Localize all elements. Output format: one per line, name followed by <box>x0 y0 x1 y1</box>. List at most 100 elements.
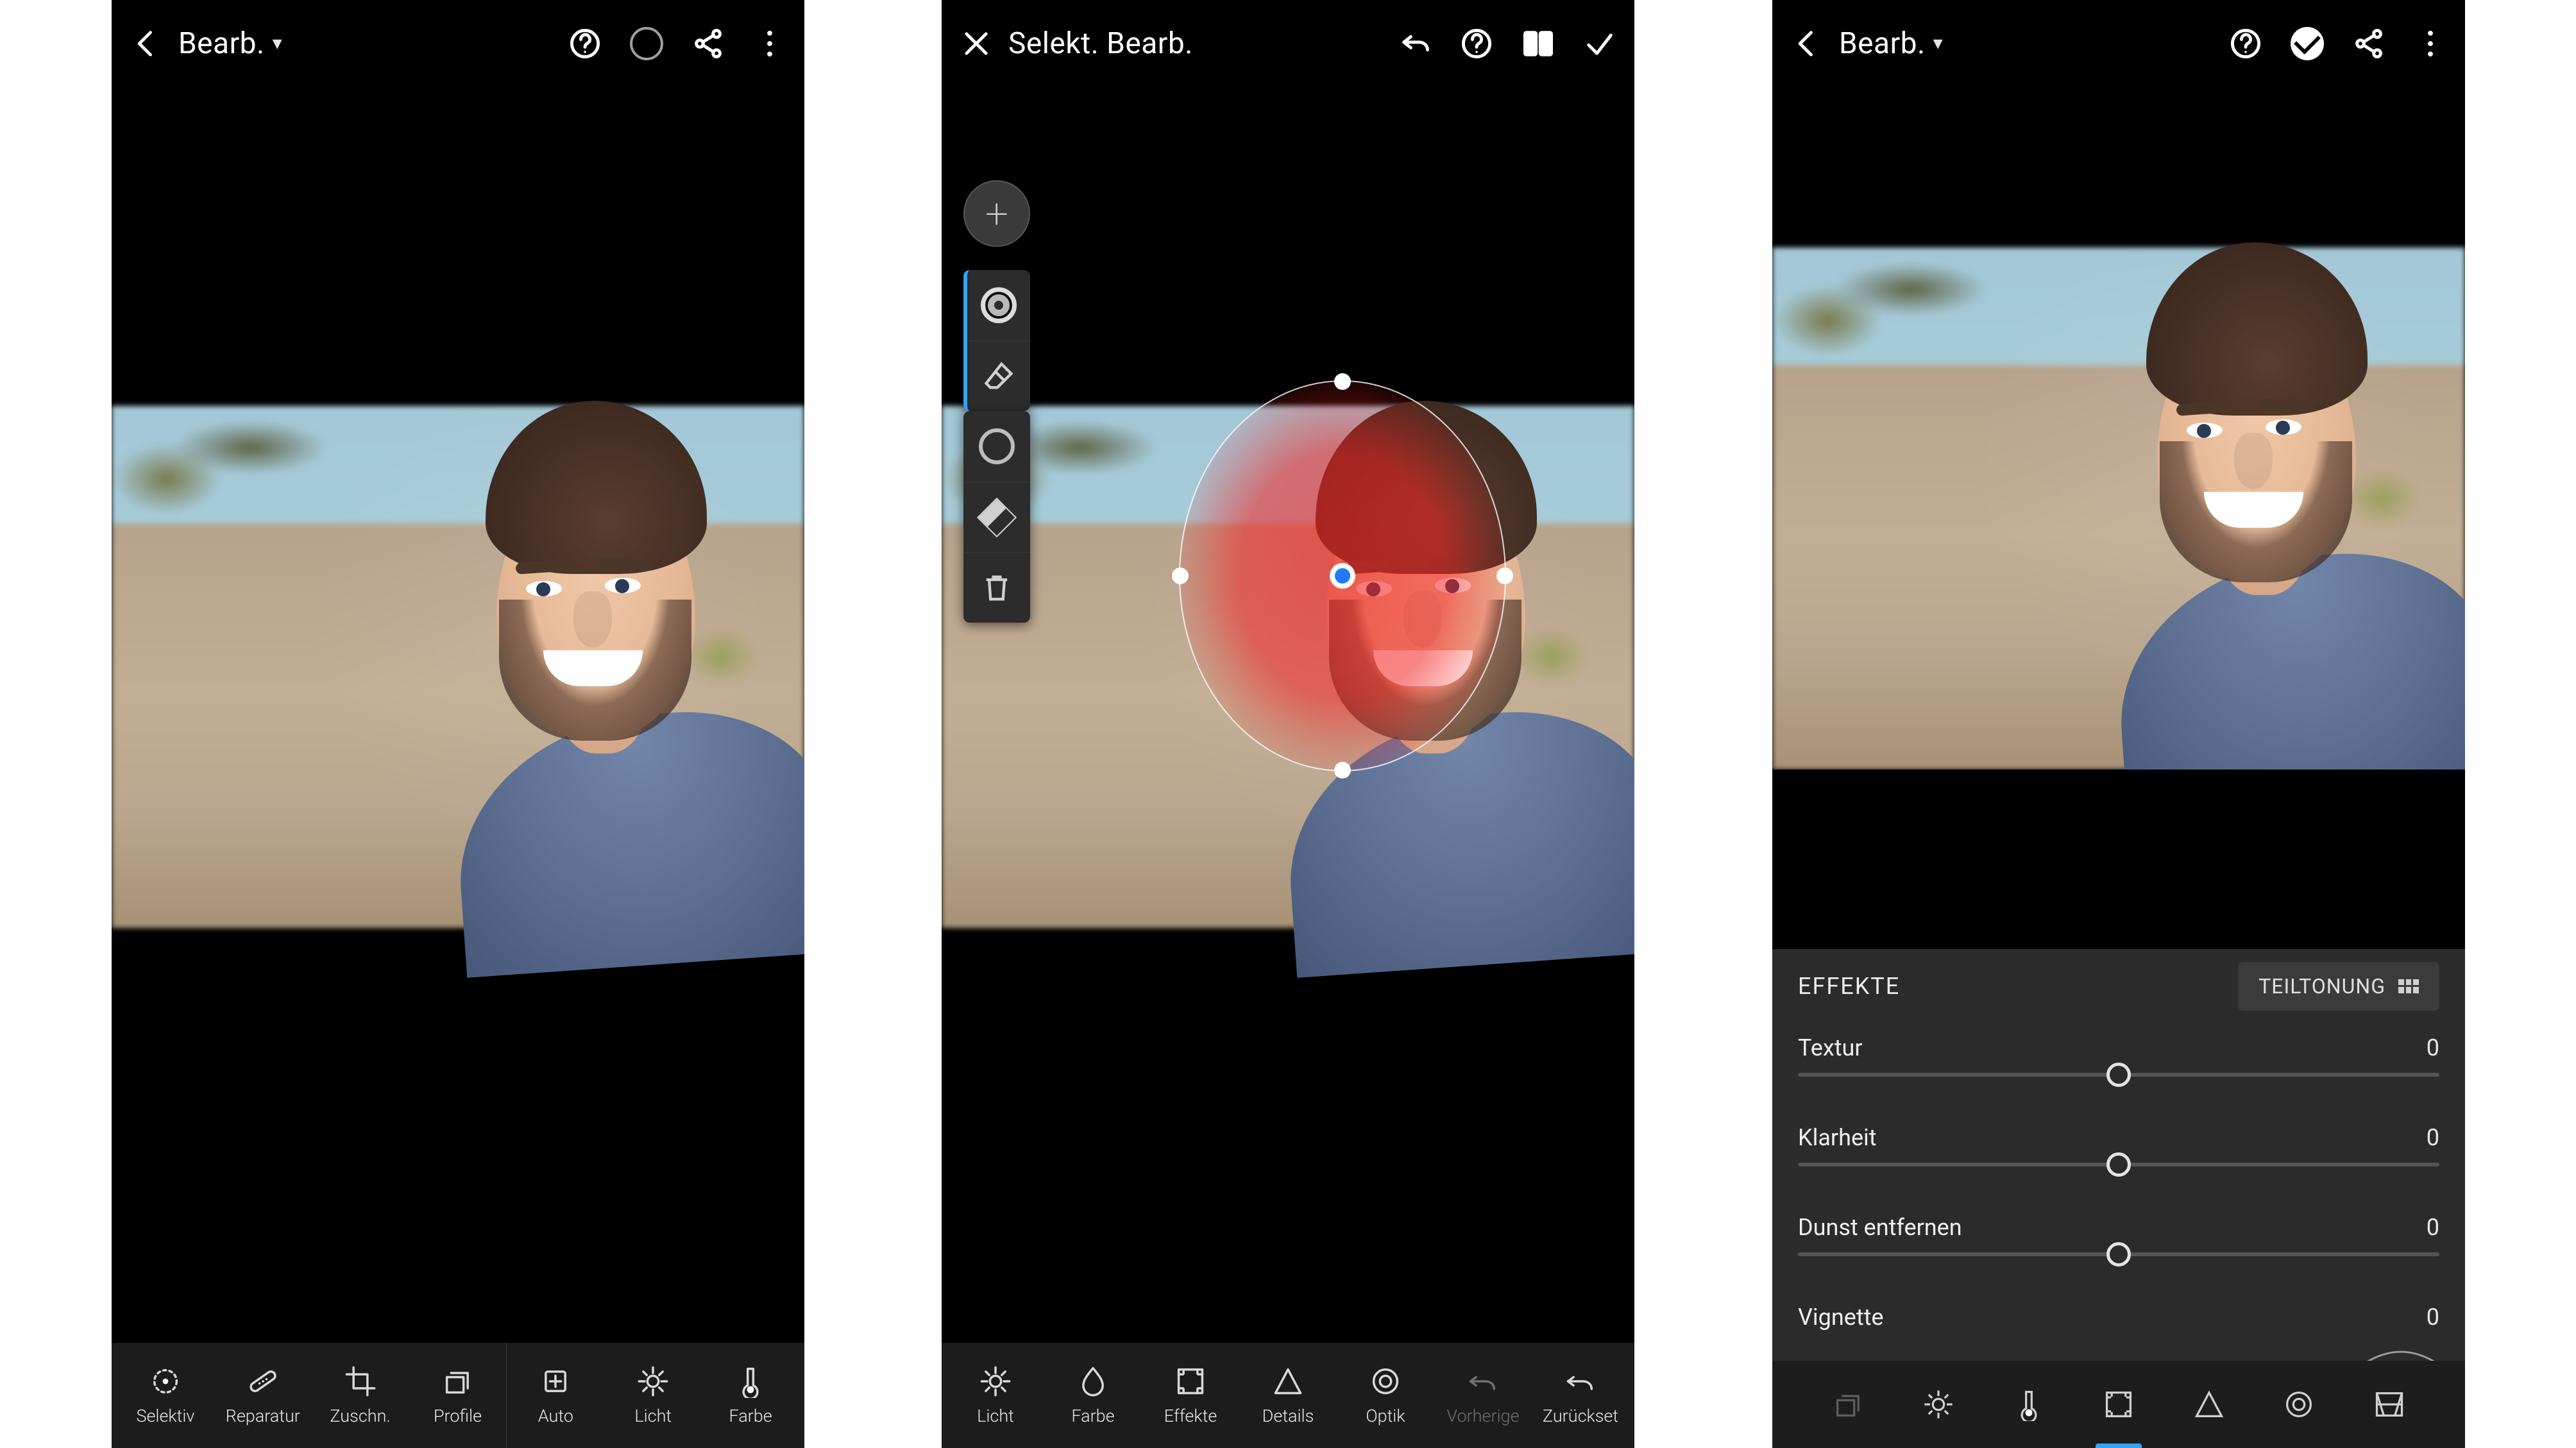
tool-label: Details <box>1262 1406 1314 1426</box>
tab-details[interactable] <box>2177 1361 2241 1448</box>
slider-track[interactable] <box>1798 1073 2439 1077</box>
photo-canvas[interactable] <box>1772 87 2465 770</box>
cloud-sync-done[interactable] <box>2289 26 2325 62</box>
handle-south[interactable] <box>1334 762 1351 779</box>
appbar: Bearb. ▾ <box>112 0 804 87</box>
tool-label: Licht <box>634 1406 672 1426</box>
help-icon[interactable] <box>2228 26 2264 62</box>
tool-reset[interactable]: Zurückset <box>1532 1343 1629 1448</box>
tool-label: Effekte <box>1164 1406 1217 1426</box>
tool-light[interactable]: Licht <box>947 1343 1044 1448</box>
slider-vignette[interactable]: Vignette0 <box>1772 1292 2465 1350</box>
help-icon[interactable] <box>567 26 603 62</box>
close-icon[interactable] <box>958 26 994 62</box>
selection-tool-stack <box>963 270 1030 411</box>
effects-panel: EFFEKTE TEILTONUNG Textur 0 Klarheit 0 Dun… <box>1772 949 2465 1361</box>
more-icon[interactable] <box>752 26 788 62</box>
share-icon[interactable] <box>690 26 726 62</box>
more-icon[interactable] <box>2412 26 2448 62</box>
page-title: Selekt. Bearb. <box>1008 26 1383 61</box>
tool-light[interactable]: Licht <box>604 1343 702 1448</box>
slider-track[interactable] <box>1798 1163 2439 1166</box>
tool-label: Optik <box>1366 1406 1405 1426</box>
slider-track[interactable] <box>1798 1252 2439 1256</box>
three-screenshot-row: Bearb. ▾ <box>0 0 2576 1448</box>
tab-optics[interactable] <box>2267 1361 2331 1448</box>
tool-effects[interactable]: Effekte <box>1142 1343 1239 1448</box>
photo-canvas[interactable]: + <box>942 87 1634 1343</box>
brush-select-tool[interactable] <box>967 270 1030 341</box>
tool-label: Zuschn. <box>330 1406 391 1426</box>
tool-crop[interactable]: Zuschn. <box>312 1343 409 1448</box>
slider-clarity[interactable]: Klarheit 0 <box>1772 1113 2465 1202</box>
before-after-icon[interactable] <box>1520 26 1556 62</box>
tool-label: Reparatur <box>226 1406 300 1426</box>
tab-geometry[interactable] <box>2357 1361 2421 1448</box>
grid-icon <box>2398 979 2419 993</box>
tab-temperature[interactable] <box>1997 1361 2061 1448</box>
tool-label: Licht <box>977 1406 1014 1426</box>
effects-title: EFFEKTE <box>1798 973 1900 1000</box>
title-text: Selekt. Bearb. <box>1008 26 1193 61</box>
tab-light[interactable] <box>1906 1361 1970 1448</box>
page-title[interactable]: Bearb. ▾ <box>178 26 553 61</box>
tool-repair[interactable]: Reparatur <box>214 1343 312 1448</box>
split-toning-button[interactable]: TEILTONUNG <box>2238 962 2439 1011</box>
subject-person <box>343 446 804 933</box>
tool-color[interactable]: Farbe <box>702 1343 799 1448</box>
slider-value: 0 <box>2427 1124 2439 1151</box>
share-icon[interactable] <box>2351 26 2387 62</box>
add-selection-button[interactable]: + <box>963 180 1030 247</box>
chevron-down-icon: ▾ <box>1933 32 1944 55</box>
effects-header: EFFEKTE TEILTONUNG <box>1772 949 2465 1023</box>
slider-knob[interactable] <box>2106 1242 2131 1267</box>
handle-west[interactable] <box>1172 568 1189 584</box>
tool-details[interactable]: Details <box>1239 1343 1337 1448</box>
delete-selection[interactable] <box>963 552 1030 623</box>
tool-label: Selektiv <box>136 1406 194 1426</box>
back-icon[interactable] <box>1789 26 1825 62</box>
slider-knob[interactable] <box>2106 1152 2131 1177</box>
page-title[interactable]: Bearb. ▾ <box>1839 26 2214 61</box>
slider-label: Vignette <box>1798 1304 1884 1331</box>
tab-effects[interactable] <box>2087 1361 2151 1448</box>
canvas-top-pad <box>942 87 1634 406</box>
handle-east[interactable] <box>1496 568 1513 584</box>
tool-optics[interactable]: Optik <box>1337 1343 1434 1448</box>
title-text: Bearb. <box>178 26 265 61</box>
radial-selection[interactable] <box>1179 380 1506 771</box>
plus-icon: + <box>985 190 1008 238</box>
tool-label: Vorherige <box>1446 1406 1519 1426</box>
slider-knob[interactable] <box>2106 1063 2131 1087</box>
tab-profiles[interactable] <box>1817 1361 1881 1448</box>
slider-label: Dunst entfernen <box>1798 1214 1962 1241</box>
slider-texture[interactable]: Textur 0 <box>1772 1023 2465 1113</box>
tool-label: Profile <box>434 1406 482 1426</box>
cloud-sync-status[interactable] <box>629 26 665 62</box>
back-icon[interactable] <box>128 26 164 62</box>
tool-profiles[interactable]: Profile <box>409 1343 507 1448</box>
confirm-icon[interactable] <box>1582 26 1618 62</box>
title-text: Bearb. <box>1839 26 1926 61</box>
edit-category-tabs <box>1772 1361 2465 1448</box>
slider-dehaze[interactable]: Dunst entfernen0 <box>1772 1202 2465 1292</box>
edit-toolbar: Selektiv Reparatur Zuschn. Profile Auto … <box>112 1343 804 1448</box>
handle-center[interactable] <box>1330 563 1355 589</box>
invert-tool[interactable] <box>963 482 1030 552</box>
tool-selective[interactable]: Selektiv <box>117 1343 214 1448</box>
photo-canvas[interactable] <box>112 87 804 1343</box>
slider-label: Textur <box>1798 1034 1863 1061</box>
radial-tool[interactable] <box>963 411 1030 482</box>
slider-value: 0 <box>2427 1034 2439 1061</box>
tool-previous: Vorherige <box>1434 1343 1532 1448</box>
help-icon[interactable] <box>1459 26 1495 62</box>
screenshot-selective-edit: Selekt. Bearb. <box>942 0 1634 1448</box>
tool-auto[interactable]: Auto <box>506 1343 604 1448</box>
slider-label: Klarheit <box>1798 1124 1877 1151</box>
undo-icon[interactable] <box>1397 26 1433 62</box>
tool-color[interactable]: Farbe <box>1044 1343 1142 1448</box>
handle-north[interactable] <box>1334 373 1351 390</box>
screenshot-edit-main: Bearb. ▾ <box>112 0 804 1448</box>
canvas-top-pad <box>1772 87 2465 248</box>
eraser-tool[interactable] <box>967 341 1030 411</box>
